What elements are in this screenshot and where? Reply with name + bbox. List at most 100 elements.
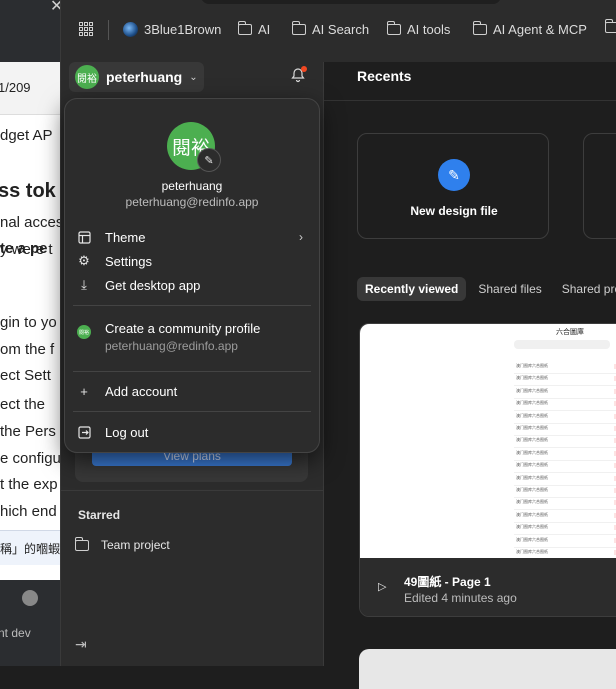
small-avatar: 閱裕 xyxy=(77,325,91,339)
folder-icon xyxy=(604,19,616,33)
thumbnail-list-row: 澳门图库六合图纸 xyxy=(514,436,616,449)
bg-dock: nt dev xyxy=(0,580,62,666)
bookmark-ai-search[interactable]: AI Search xyxy=(291,21,369,37)
account-menu: 閱裕 ✎ peterhuang peterhuang@redinfo.app T… xyxy=(64,98,320,453)
thumbnail-list-row: 澳门图库六合图纸 xyxy=(514,486,616,498)
bg-text-fragment: gin to yo xyxy=(0,314,57,331)
play-icon[interactable]: ▷ xyxy=(378,580,386,593)
bg-text-fragment: te a pe xyxy=(0,240,48,257)
bg-dock-label: nt dev xyxy=(0,626,31,640)
bg-heading-fragment: ss tok xyxy=(0,180,56,202)
folder-icon xyxy=(472,21,487,35)
recent-file-card[interactable]: 六合圖庫 澳门图库六合图纸 澳门图库六合图纸 澳门图库六合图纸 澳门图库六合图纸 澳门图… xyxy=(359,323,616,617)
thumbnail-row-text: 澳门图库六合图纸 xyxy=(516,511,548,517)
menu-item-add-account[interactable]: + Add account xyxy=(77,381,177,401)
design-pen-icon: ✎ xyxy=(438,159,470,191)
bg-text-fragment: e configu xyxy=(0,450,61,467)
bg-text-fragment: the Pers xyxy=(0,423,56,440)
starred-heading: Starred xyxy=(78,508,121,522)
menu-item-label: Get desktop app xyxy=(105,277,201,293)
tab-recently-viewed[interactable]: Recently viewed xyxy=(357,277,467,301)
new-design-file-card[interactable]: ✎ New design file xyxy=(357,133,549,239)
file-thumbnail: 六合圖庫 澳门图库六合图纸 澳门图库六合图纸 澳门图库六合图纸 澳门图库六合图纸 澳门图… xyxy=(360,324,616,560)
thumbnail-list-row: 澳门图库六合图纸 xyxy=(514,536,616,548)
menu-item-label: Add account xyxy=(105,383,178,399)
menu-divider xyxy=(73,411,311,412)
menu-item-theme[interactable]: Theme xyxy=(77,227,145,247)
plus-icon: + xyxy=(80,383,88,399)
divider xyxy=(324,100,616,101)
thumbnail-row-text: 澳门图库六合图纸 xyxy=(516,437,548,443)
edit-pencil-icon[interactable]: ✎ xyxy=(197,148,221,172)
bookmark-ai[interactable]: AI xyxy=(237,21,270,37)
notifications-bell-icon[interactable] xyxy=(290,66,307,83)
page-counter: 1/209 xyxy=(0,80,31,95)
thumbnail-row-text: 澳门图库六合图纸 xyxy=(516,400,548,406)
bookmark-ai-agent-mcp[interactable]: AI Agent & MCP xyxy=(472,21,587,37)
account-switcher-button[interactable]: 閱裕 peterhuang ⌄ xyxy=(69,62,204,92)
thumbnail-list-row: 澳门图库六合图纸 xyxy=(514,374,616,387)
thumbnail-list-row: 澳门图库六合图纸 xyxy=(514,412,616,424)
bot-icon[interactable] xyxy=(22,590,38,606)
divider xyxy=(61,490,323,491)
apps-grid-icon[interactable] xyxy=(79,22,93,36)
tab-shared-projects[interactable]: Shared proj xyxy=(554,277,616,301)
thumbnail-search xyxy=(514,340,610,349)
file-edited-time: Edited 4 minutes ago xyxy=(404,591,517,605)
bg-text-fragment: nal acces xyxy=(0,214,62,231)
bg-text-fragment: ect Sett xyxy=(0,367,51,384)
menu-item-create-community-profile[interactable]: 閱裕 Create a community profile peterhuang… xyxy=(77,321,260,355)
notification-dot xyxy=(301,66,307,72)
menu-item-get-desktop-app[interactable]: ⤓ Get desktop app xyxy=(77,275,200,295)
thumbnail-row-text: 澳门图库六合图纸 xyxy=(516,487,548,492)
chevron-down-icon: ⌄ xyxy=(189,71,198,83)
thumbnail-row-text: 澳门图库六合图纸 xyxy=(516,549,548,554)
menu-divider xyxy=(73,305,311,306)
recents-tabs: Recently viewed Shared files Shared proj xyxy=(357,277,616,301)
logout-icon xyxy=(77,425,91,439)
thumbnail-preview: 六合圖庫 澳门图库六合图纸 澳门图库六合图纸 澳门图库六合图纸 澳门图库六合图纸 澳门图… xyxy=(510,324,616,560)
bookmark-ai-tools[interactable]: AI tools xyxy=(386,21,451,37)
3blue1brown-logo-icon xyxy=(123,22,138,37)
username-label: peterhuang xyxy=(106,69,183,85)
bookmark-3blue1brown[interactable]: 3Blue1Brown xyxy=(123,22,221,37)
team-project-label: Team project xyxy=(101,538,170,552)
thumbnail-row-text: 澳门图库六合图纸 xyxy=(516,425,548,430)
bg-banner-text: 稱」的嗰蝦 xyxy=(0,542,61,556)
thumbnail-list-row: 澳门图库六合图纸 xyxy=(514,523,616,536)
bookmark-label: 3Blue1Brown xyxy=(144,22,222,37)
folder-icon xyxy=(237,21,252,35)
bookmark-overflow[interactable] xyxy=(604,19,616,33)
folder-icon xyxy=(386,21,401,35)
bg-text-fragment: t the exp xyxy=(0,476,58,493)
settings-sliders-icon: ⚙ xyxy=(78,253,90,268)
menu-item-settings[interactable]: ⚙ Settings xyxy=(77,251,152,271)
thumbnail-list-row: 澳门图库六合图纸 xyxy=(514,474,616,486)
bg-text-fragment: ect the xyxy=(0,396,46,413)
bg-text-fragment: hich end xyxy=(0,503,57,520)
starred-item-team-project[interactable]: Team project xyxy=(74,536,170,552)
bg-text-fragment: dget AP xyxy=(0,127,53,144)
address-bar[interactable] xyxy=(201,0,501,4)
tab-shared-files[interactable]: Shared files xyxy=(470,277,549,301)
thumbnail-list-row: 澳门图库六合图纸 xyxy=(514,387,616,399)
thumbnail-list-row: 澳门图库六合图纸 xyxy=(514,449,616,461)
thumbnail-row-text: 澳门图库六合图纸 xyxy=(516,363,548,368)
collapse-sidebar-icon[interactable]: ⇥ xyxy=(75,636,87,653)
new-file-card[interactable] xyxy=(583,133,616,239)
menu-item-label: Settings xyxy=(105,253,152,269)
menu-item-sublabel: peterhuang@redinfo.app xyxy=(105,339,238,353)
recent-file-card[interactable] xyxy=(359,649,616,689)
menu-email: peterhuang@redinfo.app xyxy=(125,195,259,209)
bookmark-label: AI tools xyxy=(407,22,451,37)
main-content: Recents ✎ New design file Recently viewe… xyxy=(324,62,616,689)
menu-item-label: Log out xyxy=(105,424,149,440)
file-info: ▷ 49圖紙 - Page 1 Edited 4 minutes ago xyxy=(360,558,616,616)
thumbnail-row-text: 澳门图库六合图纸 xyxy=(516,449,548,455)
thumbnail-row-text: 澳门图库六合图纸 xyxy=(516,474,548,480)
file-name: 49圖紙 - Page 1 xyxy=(404,575,491,589)
folder-icon xyxy=(291,21,306,35)
chevron-right-icon: › xyxy=(299,230,303,244)
menu-item-log-out[interactable]: Log out xyxy=(77,422,148,442)
thumbnail-title: 六合圖庫 xyxy=(556,328,584,336)
